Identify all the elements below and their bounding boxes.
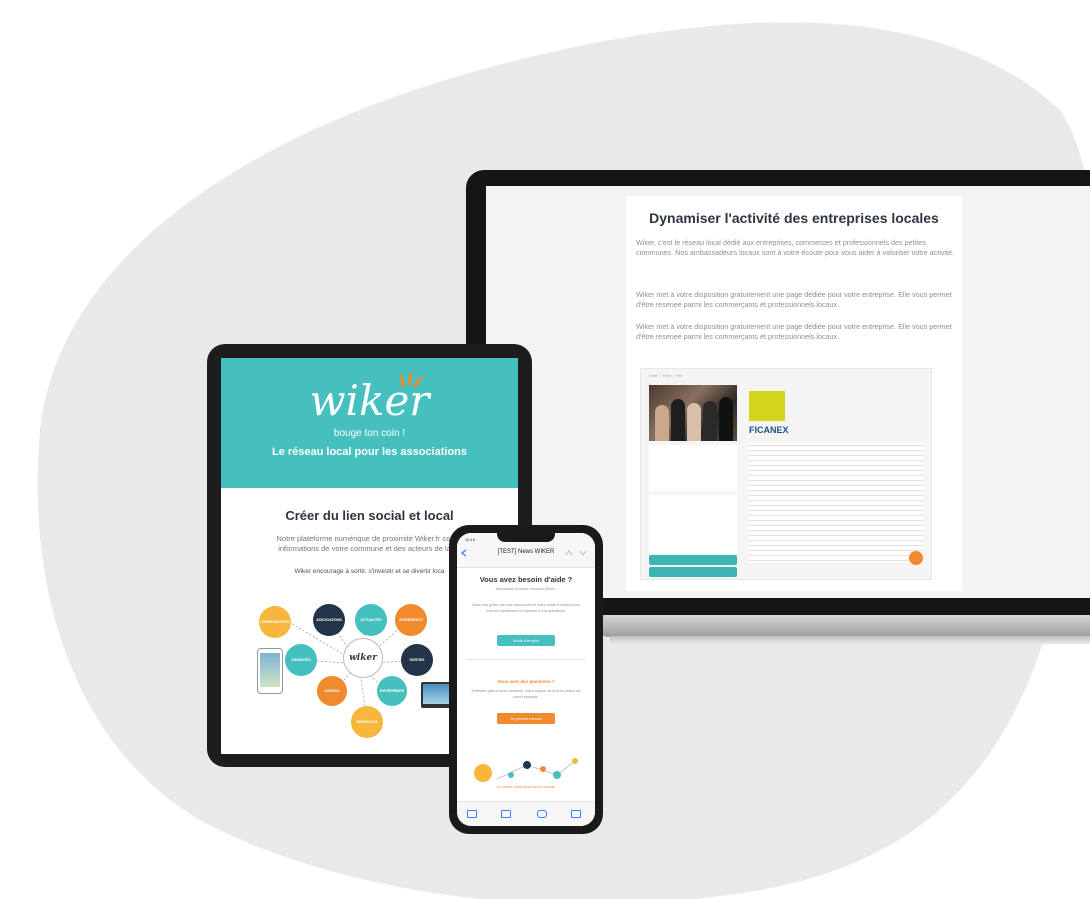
phone-top-bar: 10:18 [TEST] News WIKER xyxy=(457,533,595,568)
category-circle: ENTREPRISES xyxy=(377,676,407,706)
tagline: bouge ton coin ! xyxy=(333,428,406,439)
reply-icon[interactable] xyxy=(537,810,547,818)
section-title: Créer du lien social et local xyxy=(285,508,454,523)
help-body: Lisez nos guide par nos ressources et no… xyxy=(472,603,580,613)
help-heading: Vous avez besoin d'aide ? xyxy=(479,575,573,584)
compose-icon[interactable] xyxy=(571,810,581,818)
contact-card xyxy=(649,445,737,491)
help-subheading: Demandez le mode d'emploi Wiker ! xyxy=(495,587,557,591)
preview-button-1[interactable] xyxy=(649,555,737,565)
folder-icon[interactable] xyxy=(501,810,511,818)
phone-notch xyxy=(497,533,555,542)
intro-paragraph: Wiker, c'est le réseau local dédié aux e… xyxy=(636,238,955,257)
offer-paragraph-repeat: Wiker met à votre disposition gratuiteme… xyxy=(636,322,952,341)
category-circle: ASSOCIATIONS xyxy=(313,604,345,636)
contact-button[interactable]: Je prends contact xyxy=(497,713,555,724)
category-circle: ANNONCES xyxy=(285,644,317,676)
hours-card xyxy=(649,495,737,553)
laptop-foot xyxy=(610,636,1090,644)
company-description xyxy=(749,443,923,563)
wiker-hub-icon: wiker xyxy=(343,638,383,678)
category-circle: ÉVÉNEMENTS xyxy=(395,604,427,636)
floating-action-button[interactable] xyxy=(909,551,923,565)
wiker-logo: wiker xyxy=(309,376,430,425)
guide-button[interactable]: Mode d'emploi xyxy=(497,635,555,646)
tablet-header: wiker bouge ton coin ! Le réseau local p… xyxy=(221,358,518,488)
status-time: 10:18 xyxy=(465,537,476,542)
preview-breadcrumb: ▪ ▪▪▪▪ / ▪▪▪▪▪▪ / ▪▪▪▪ xyxy=(649,373,683,378)
questions-heading: Vous avez des questions ? xyxy=(497,679,555,684)
laptop-base xyxy=(600,615,1090,637)
logo-sparkle-icon xyxy=(399,372,423,388)
questions-body: N'hésitez pas à nous contacter, notre éq… xyxy=(471,689,581,699)
category-circle: COMMUNICATION xyxy=(259,606,291,638)
divider xyxy=(467,659,585,660)
mail-toolbar xyxy=(457,801,595,826)
category-circle: AGENDA xyxy=(317,676,347,706)
company-name: FICANEX xyxy=(749,425,789,435)
web-page: Dynamiser l'activité des entreprises loc… xyxy=(626,196,962,591)
mini-phone-icon xyxy=(257,648,283,694)
page-title: Dynamiser l'activité des entreprises loc… xyxy=(649,210,939,226)
company-logo xyxy=(749,391,785,421)
up-down-chevron-icon[interactable] xyxy=(565,550,589,556)
category-circle: BÉNÉVOLES xyxy=(351,706,383,738)
phone-screen: 10:18 [TEST] News WIKER Vous avez besoin… xyxy=(457,533,595,826)
header-subtitle: Le réseau local pour les associations xyxy=(271,446,468,458)
offer-paragraph: Wiker met à votre disposition gratuiteme… xyxy=(636,290,952,309)
trash-icon[interactable] xyxy=(467,810,477,818)
team-photo xyxy=(649,385,737,441)
footer-caption: Le réseau local pour tout le monde xyxy=(496,785,556,789)
business-page-preview: ▪ ▪▪▪▪ / ▪▪▪▪▪▪ / ▪▪▪▪ FICANEX xyxy=(640,368,932,580)
preview-button-2[interactable] xyxy=(649,567,737,577)
category-circle: ACTUALITÉS xyxy=(355,604,387,636)
category-circle: SORTIES xyxy=(401,644,433,676)
